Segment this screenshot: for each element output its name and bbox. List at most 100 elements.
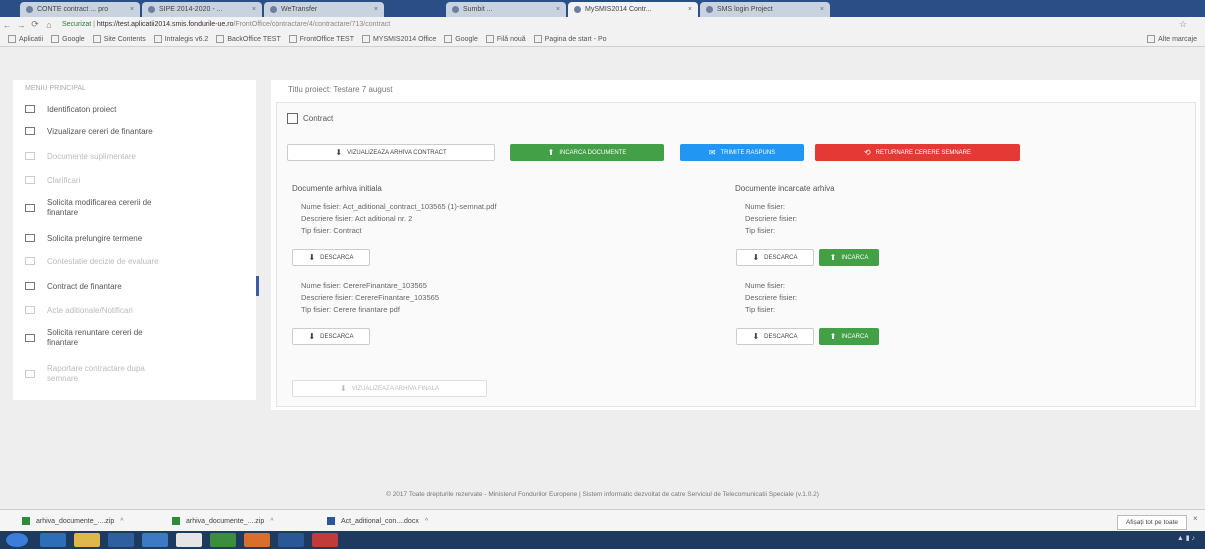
start-icon[interactable]	[6, 533, 28, 547]
app-icon[interactable]	[244, 533, 270, 547]
close-icon[interactable]: ×	[1193, 514, 1198, 523]
show-all-downloads-button[interactable]: Afișați tot pe toate	[1117, 515, 1187, 530]
main-card: Titlu proiect: Testare 7 august Contract…	[271, 80, 1200, 410]
file-info: Nume fisier: Descriere fisier: Tip fisie…	[745, 280, 797, 316]
chevron-up-icon[interactable]: ^	[120, 518, 123, 525]
download-item[interactable]: Act_aditional_con....docx ^	[327, 514, 428, 528]
bookmark-item[interactable]: MYSMIS2014 Office	[361, 35, 436, 43]
favicon-icon	[452, 6, 459, 13]
downloads-bar: arhiva_documente_....zip ^ arhiva_documen…	[0, 509, 1205, 532]
excel-app-icon[interactable]	[210, 533, 236, 547]
chevron-up-icon[interactable]: ^	[270, 518, 273, 525]
send-response-button[interactable]: ✉ TRIMITE RASPUNS	[680, 144, 804, 161]
download-button[interactable]: ⬇ DESCARCA	[292, 328, 370, 345]
sidebar-item-contestatie: Contestatie decizie de evaluare	[13, 252, 256, 270]
button-label: INCARCA	[841, 333, 869, 340]
close-icon[interactable]: ×	[684, 6, 692, 13]
app-icon[interactable]	[108, 533, 134, 547]
sidebar-item-contract[interactable]: Contract de finantare	[13, 276, 259, 296]
sidebar-item-raportare: Raportare contractare dupa semnare	[13, 360, 256, 388]
download-icon: ⬇	[340, 384, 347, 393]
sidebar-item-renuntare[interactable]: Solicita renuntare cereri de finantare	[13, 324, 256, 352]
sidebar-item-documente: Documente suplimentare	[13, 147, 256, 165]
bookmark-icon	[361, 35, 370, 43]
app-icon[interactable]	[312, 533, 338, 547]
view-final-archive-button[interactable]: ⬇ VIZUALIZEAZA ARHIVA FINALA	[292, 380, 487, 397]
bookmark-label: BackOffice TEST	[227, 35, 281, 43]
browser-app-icon[interactable]	[40, 533, 66, 547]
sidebar-item-label: Contestatie decizie de evaluare	[47, 256, 159, 266]
browser-tab[interactable]: Sumbit ... ×	[446, 2, 566, 17]
upload-documents-button[interactable]: ⬆ INCARCA DOCUMENTE	[510, 144, 664, 161]
close-icon[interactable]: ×	[248, 6, 256, 13]
button-label: DESCARCA	[764, 254, 798, 261]
download-button[interactable]: ⬇ DESCARCA	[292, 249, 370, 266]
download-button[interactable]: ⬇ DESCARCA	[736, 249, 814, 266]
download-button[interactable]: ⬇ DESCARCA	[736, 328, 814, 345]
file-name: Nume fisier:	[745, 281, 786, 290]
bookmark-item[interactable]: Pagina de start - Po	[533, 35, 607, 43]
bookmark-item[interactable]: Site Contents	[92, 35, 146, 43]
file-name: Nume fisier: Act_aditional_contract_1035…	[301, 202, 497, 211]
calendar-icon	[25, 234, 35, 242]
bookmark-item[interactable]: FrontOffice TEST	[288, 35, 354, 43]
other-bookmarks[interactable]: Alte marcaje	[1147, 35, 1197, 43]
archive-icon	[22, 517, 30, 525]
sidebar-item-prelungire[interactable]: Solicita prelungire termene	[13, 229, 256, 247]
view-contract-archive-button[interactable]: ⬇ VIZUALIZEAZA ARHIVA CONTRACT	[287, 144, 495, 161]
bookmark-item[interactable]: Google	[51, 35, 85, 43]
bookmark-item[interactable]: BackOffice TEST	[216, 35, 281, 43]
tab-label: WeTransfer	[281, 6, 318, 13]
browser-tab[interactable]: SMS login Project ×	[700, 2, 830, 17]
pen-icon	[25, 176, 35, 184]
file-type: Tip fisier: Cerere finantare pdf	[301, 305, 400, 314]
browser-tab[interactable]: CONTE contract ... pro ×	[20, 2, 140, 17]
sidebar-item-cereri[interactable]: Vizualizare cereri de finantare	[13, 122, 256, 140]
bookmark-icon	[485, 35, 494, 43]
system-tray[interactable]: ▲ ▮ ♪	[1177, 534, 1195, 542]
upload-button[interactable]: ⬆ INCARCA	[819, 249, 879, 266]
bookmark-icon	[288, 35, 297, 43]
sidebar-item-label: Identificaton proiect	[47, 104, 117, 114]
sidebar-item-identificare[interactable]: Identificaton proiect	[13, 100, 256, 118]
button-label: TRIMITE RASPUNS	[720, 149, 776, 156]
file-info: Nume fisier: Descriere fisier: Tip fisie…	[745, 201, 797, 237]
return-signing-button[interactable]: ⟲ RETURNARE CERERE SEMNARE	[815, 144, 1020, 161]
browser-tab-active[interactable]: MySMIS2014 Contr... ×	[568, 2, 698, 17]
app-icon[interactable]	[142, 533, 168, 547]
home-icon[interactable]: ⌂	[42, 20, 56, 30]
word-app-icon[interactable]	[278, 533, 304, 547]
sidebar-item-modificare[interactable]: Solicita modificarea cererii de finantar…	[13, 194, 256, 222]
browser-tab[interactable]: SIPE 2014-2020 - ... ×	[142, 2, 262, 17]
chevron-up-icon[interactable]: ^	[425, 518, 428, 525]
favicon-icon	[574, 6, 581, 13]
file-description: Descriere fisier:	[745, 214, 798, 223]
star-icon[interactable]: ☆	[1179, 19, 1187, 30]
close-icon[interactable]: ×	[552, 6, 560, 13]
url-field[interactable]: Securizat | https://test.aplicatii2014.s…	[62, 21, 390, 28]
folder-app-icon[interactable]	[74, 533, 100, 547]
apps-icon	[8, 35, 16, 43]
download-item[interactable]: arhiva_documente_....zip ^	[172, 514, 274, 528]
file-icon	[25, 257, 35, 265]
back-icon[interactable]: ←	[0, 20, 14, 30]
tab-label: MySMIS2014 Contr...	[585, 6, 652, 13]
browser-tab[interactable]: WeTransfer ×	[264, 2, 384, 17]
upload-button[interactable]: ⬆ INCARCA	[819, 328, 879, 345]
forward-icon[interactable]: →	[14, 20, 28, 30]
download-filename: arhiva_documente_....zip	[186, 517, 265, 525]
return-icon: ⟲	[863, 148, 871, 157]
close-icon[interactable]: ×	[816, 6, 824, 13]
bookmark-item[interactable]: Google	[444, 35, 478, 43]
close-icon[interactable]: ×	[370, 6, 378, 13]
download-item[interactable]: arhiva_documente_....zip ^	[22, 514, 124, 528]
tab-label: SIPE 2014-2020 - ...	[159, 6, 223, 13]
reload-icon[interactable]: ⟳	[28, 19, 42, 30]
upload-icon: ⬆	[829, 253, 837, 262]
close-icon[interactable]: ×	[126, 6, 134, 13]
bookmark-item[interactable]: Intralegis v6.2	[153, 35, 208, 43]
chrome-app-icon[interactable]	[176, 533, 202, 547]
bookmark-item[interactable]: Filă nouă	[485, 35, 526, 43]
bookmark-item[interactable]: Aplicatii	[8, 35, 43, 43]
download-icon: ⬇	[335, 148, 343, 157]
